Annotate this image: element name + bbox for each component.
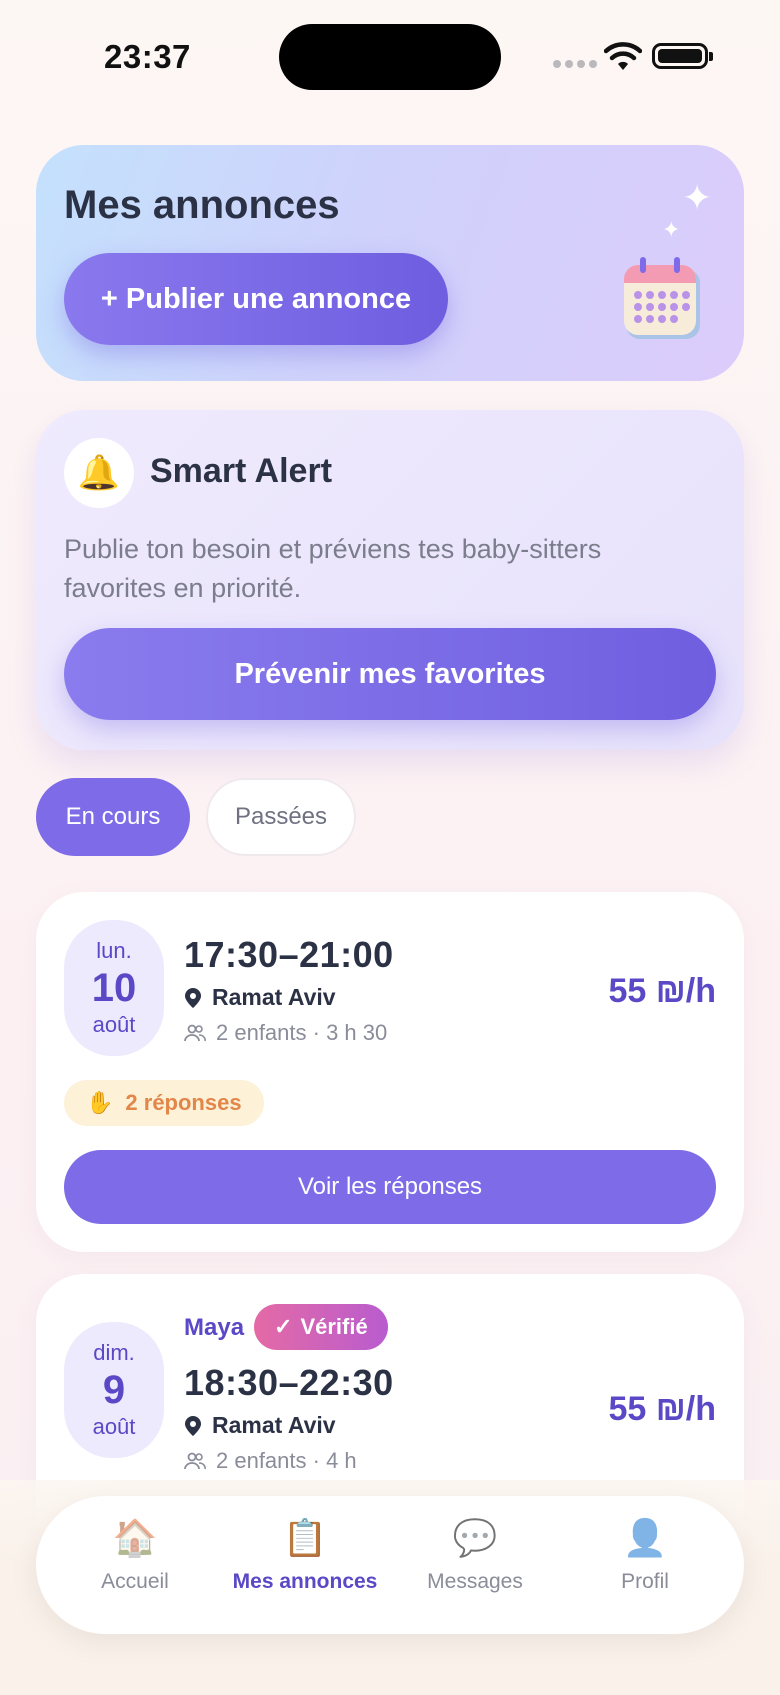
hourly-price: 55 ₪/h	[608, 972, 716, 1010]
children-icon	[184, 1452, 206, 1470]
booking-meta: 2 enfants · 4 h	[184, 1448, 357, 1474]
date-day: 10	[91, 966, 137, 1010]
status-time: 23:37	[104, 38, 191, 75]
nav-label: Mes annonces	[232, 1570, 378, 1593]
speech-bubble-icon: 💬	[452, 1517, 498, 1558]
location-label: Ramat Aviv	[212, 984, 336, 1010]
location-pin-icon	[185, 1415, 201, 1436]
location-pin-icon	[185, 987, 201, 1008]
bottom-nav: 🏠 Accueil 📋 Mes annonces 💬 Messages 👤 Pr…	[36, 1496, 744, 1634]
booking-meta-label: 2 enfants · 3 h 30	[216, 1020, 388, 1045]
raised-hand-icon: ✋	[86, 1090, 114, 1115]
bell-icon: 🔔	[64, 438, 134, 508]
dynamic-island	[279, 24, 501, 90]
calendar-icon	[624, 257, 700, 339]
smart-alert-title: Smart Alert	[150, 452, 333, 490]
publish-listing-button[interactable]: + Publier une annonce	[64, 253, 448, 345]
time-slot: 17:30–21:00	[184, 934, 394, 975]
booking-card[interactable]: lun. 10 août 17:30–21:00 Ramat Aviv 2 en…	[36, 892, 744, 1252]
location-label: Ramat Aviv	[212, 1412, 336, 1438]
date-month: août	[92, 1414, 136, 1439]
hourly-price: 55 ₪/h	[608, 1390, 716, 1428]
notify-favorites-button[interactable]: Prévenir mes favorites	[64, 628, 716, 720]
nav-item-messages[interactable]: 💬 Messages	[390, 1516, 560, 1594]
view-responses-button[interactable]: Voir les réponses	[64, 1150, 716, 1224]
hero-card: Mes annonces + Publier une annonce ✦ ✦	[36, 145, 744, 381]
sparkle-icon: ✦	[682, 177, 713, 218]
nav-label: Profil	[621, 1570, 669, 1593]
signal-dots-icon	[553, 60, 597, 68]
battery-icon	[652, 43, 713, 69]
location: Ramat Aviv	[184, 984, 336, 1011]
time-slot: 18:30–22:30	[184, 1362, 394, 1403]
date-weekday: lun.	[96, 938, 132, 963]
smart-alert-card: 🔔 Smart Alert Publie ton besoin et prévi…	[36, 410, 744, 750]
nav-label: Accueil	[101, 1570, 169, 1593]
page-title: Mes annonces	[64, 183, 340, 227]
sitter-name: Maya	[184, 1314, 245, 1341]
location: Ramat Aviv	[184, 1412, 336, 1439]
verified-badge: ✓ Vérifié	[254, 1304, 388, 1350]
responses-count: 2 réponses	[125, 1090, 242, 1115]
nav-item-mes-annonces[interactable]: 📋 Mes annonces	[220, 1516, 390, 1594]
date-weekday: dim.	[93, 1340, 135, 1365]
tab-passees[interactable]: Passées	[206, 778, 356, 856]
date-chip: lun. 10 août	[64, 920, 164, 1056]
date-month: août	[92, 1012, 136, 1037]
booking-meta-label: 2 enfants · 4 h	[216, 1448, 357, 1473]
smart-alert-description: Publie ton besoin et préviens tes baby-s…	[64, 534, 602, 603]
check-icon: ✓	[274, 1314, 293, 1339]
nav-label: Messages	[427, 1570, 523, 1593]
date-chip: dim. 9 août	[64, 1322, 164, 1458]
sparkle-icon: ✦	[662, 217, 681, 242]
nav-item-accueil[interactable]: 🏠 Accueil	[50, 1516, 220, 1594]
children-icon	[184, 1024, 206, 1042]
verified-label: Vérifié	[300, 1314, 368, 1339]
clipboard-icon: 📋	[282, 1517, 328, 1558]
user-icon: 👤	[622, 1517, 668, 1558]
tab-en-cours[interactable]: En cours	[36, 778, 190, 856]
booking-meta: 2 enfants · 3 h 30	[184, 1020, 387, 1046]
date-day: 9	[102, 1368, 126, 1412]
responses-badge: ✋ 2 réponses	[64, 1080, 264, 1126]
wifi-icon	[604, 42, 642, 70]
home-icon: 🏠	[112, 1517, 158, 1558]
nav-item-profil[interactable]: 👤 Profil	[560, 1516, 730, 1594]
status-bar: 23:37	[0, 0, 780, 120]
